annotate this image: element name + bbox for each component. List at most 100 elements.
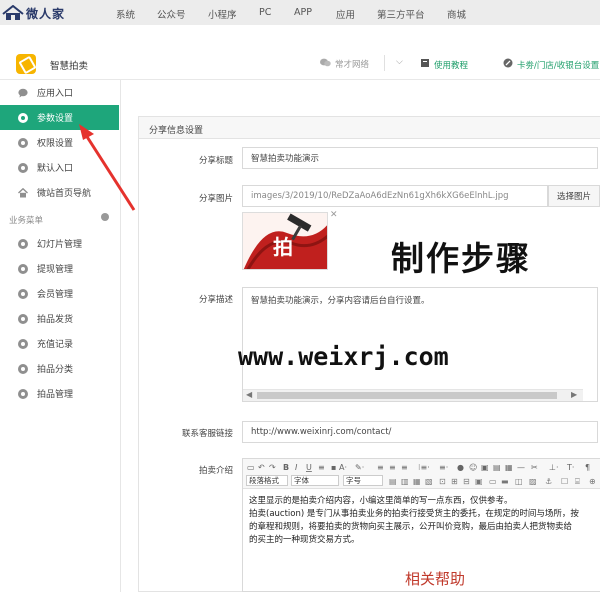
font-size-select[interactable]: 字号 [343,475,383,486]
svg-text:⊡: ⊡ [439,477,446,486]
house-logo-icon [2,4,24,21]
chevron-down-icon[interactable]: ⌵ [396,57,403,67]
svg-text:✎·: ✎· [355,463,364,472]
tutorial-link[interactable]: 使用教程 [420,58,468,71]
font-family-select[interactable]: 字体 [291,475,339,486]
scroll-thumb[interactable] [257,392,557,399]
topnav-item-app[interactable]: APP [294,7,312,18]
editor-toolbar-icons-row2[interactable]: ▤ ▥ ▦ ▧ ⊡ ⊞ ⊟ ▣ ▭ ▬ ◫ ▨ ⚓ ☐ ⌸ ⊕ [389,475,599,487]
intro-label: 拍卖介绍 [198,466,233,476]
svg-text:⊥·: ⊥· [549,463,559,472]
overlay-url: www.weixrj.com [238,342,449,371]
gear-icon [18,363,28,374]
share-desc-text: 智慧拍卖功能演示，分享内容请后台自行设置。 [251,296,430,306]
share-title-input[interactable]: 智慧拍卖功能演示 [242,147,598,169]
close-icon[interactable]: ✕ [330,210,338,220]
gear-icon [18,388,28,399]
topnav-item-apps[interactable]: 应用 [336,7,355,21]
sidebar-item-recharge[interactable]: 充值记录 [0,331,119,356]
svg-text:I: I [295,463,298,472]
svg-text:¶: ¶ [585,463,590,472]
paragraph-format-select[interactable]: 段落格式 [246,475,288,486]
sidebar-item-members[interactable]: 会员管理 [0,281,119,306]
settings-link[interactable]: 卡劵/门店/收银台设置 [503,58,599,71]
topnav-item-system[interactable]: 系统 [116,7,135,21]
svg-text:≡: ≡ [401,463,408,472]
editor-paragraph: 拍卖(auction) 是专门从事拍卖业务的拍卖行接受货主的委托，在规定的时间与… [249,509,579,519]
gear-icon [18,112,28,123]
scroll-left-icon[interactable]: ◀ [246,390,252,399]
brand-name: 微人家 [26,6,66,21]
svg-text:✂: ✂ [531,463,538,472]
book-icon [420,58,430,71]
svg-text:A·: A· [339,463,347,472]
svg-text:⌸: ⌸ [575,477,580,486]
account-switch[interactable]: 常才网络 [320,58,369,70]
share-image-label: 分享图片 [198,194,233,204]
horizontal-scrollbar[interactable]: ◀ ▶ [243,389,583,401]
svg-text:▣: ▣ [481,463,489,472]
choose-image-button[interactable]: 选择图片 [548,185,600,207]
sidebar-item-categories[interactable]: 拍品分类 [0,356,119,381]
svg-text:▦: ▦ [505,463,513,472]
svg-text:⁝≡·: ⁝≡· [418,463,430,472]
svg-text:⊟: ⊟ [463,477,470,486]
svg-text:◫: ◫ [515,477,523,486]
editor-content[interactable]: 这里显示的是拍卖介绍内容，小编这里简单的写一点东西，仅供参考。 拍卖(aucti… [243,489,600,547]
gear-icon [18,313,28,324]
panel-title: 分享信息设置 [139,117,600,139]
auction-app-icon [16,54,36,74]
overlay-help-link[interactable]: 相关帮助 [405,568,465,589]
sidebar-item-app-entry[interactable]: 应用入口 [0,80,119,105]
topnav-item-third-party[interactable]: 第三方平台 [377,7,425,21]
share-image-path-input[interactable]: images/3/2019/10/ReDZaAoA6dEzNn61gXh6kXG… [242,185,548,207]
brand-logo[interactable]: 微人家 [2,3,65,23]
svg-text:⚓: ⚓ [545,477,552,486]
gear-icon[interactable] [101,213,109,221]
wechat-icon [320,58,331,70]
gear-icon [18,137,28,148]
svg-text:U: U [306,463,312,472]
svg-text:⊕: ⊕ [589,477,596,486]
sidebar-item-shipping[interactable]: 拍品发货 [0,306,119,331]
sidebar-item-permissions[interactable]: 权限设置 [0,130,119,155]
svg-text:—: — [517,463,525,472]
sidebar-item-lots[interactable]: 拍品管理 [0,381,119,406]
sidebar-item-params[interactable]: 参数设置 [0,105,119,130]
topnav-item-mall[interactable]: 商城 [447,7,466,21]
svg-text:≡: ≡ [318,463,325,472]
sidebar: 应用入口 参数设置 权限设置 默认入口 微站首页导航 业务菜单 幻灯片管理 提现… [0,80,121,592]
share-title-label: 分享标题 [198,156,233,166]
editor-toolbar: ▭ ↶ ↷ BI U ≡ ▪ A· ✎· ≡ ≡ ≡ ⁝≡· ≡· ● ☺ ▣ ▤ ▦ — ✂ ⊥· T· ¶… [243,459,600,489]
svg-text:≡·: ≡· [439,463,448,472]
chat-icon [18,88,28,98]
gear-icon [18,263,28,274]
svg-text:▧: ▧ [425,477,433,486]
sidebar-item-site-nav[interactable]: 微站首页导航 [0,180,119,205]
topnav-item-mini-program[interactable]: 小程序 [208,7,237,21]
svg-text:▦: ▦ [413,477,421,486]
svg-text:●: ● [457,463,464,472]
editor-paragraph: 的章程和规则，将要拍卖的货物向买主展示，公开叫价竞购，最后由拍卖人把货物卖给 [249,522,573,532]
editor-paragraph: 的买主的一种现货交易方式。 [249,535,360,545]
sidebar-item-default-entry[interactable]: 默认入口 [0,155,119,180]
svg-text:B: B [283,463,289,472]
sidebar-item-slides[interactable]: 幻灯片管理 [0,231,119,256]
topnav-item-pc[interactable]: PC [259,7,271,18]
scroll-right-icon[interactable]: ▶ [571,390,577,399]
svg-text:▬: ▬ [501,477,509,486]
svg-text:▭: ▭ [247,463,255,472]
svg-text:☐: ☐ [561,477,568,486]
home-icon [18,187,28,198]
top-navbar: 微人家 系统 公众号 小程序 PC APP 应用 第三方平台 商城 [0,0,600,25]
svg-text:↶: ↶ [257,463,265,472]
svg-text:▤: ▤ [493,463,501,472]
sidebar-item-withdraw[interactable]: 提现管理 [0,256,119,281]
module-title: 智慧拍卖 [50,61,89,72]
service-link-label: 联系客服链接 [181,429,233,439]
svg-text:▥: ▥ [401,477,409,486]
gear-icon [18,162,28,173]
topnav-item-official-account[interactable]: 公众号 [157,7,186,21]
gear-icon [18,338,28,349]
service-link-input[interactable]: http://www.weixinrj.com/contact/ [242,421,598,443]
